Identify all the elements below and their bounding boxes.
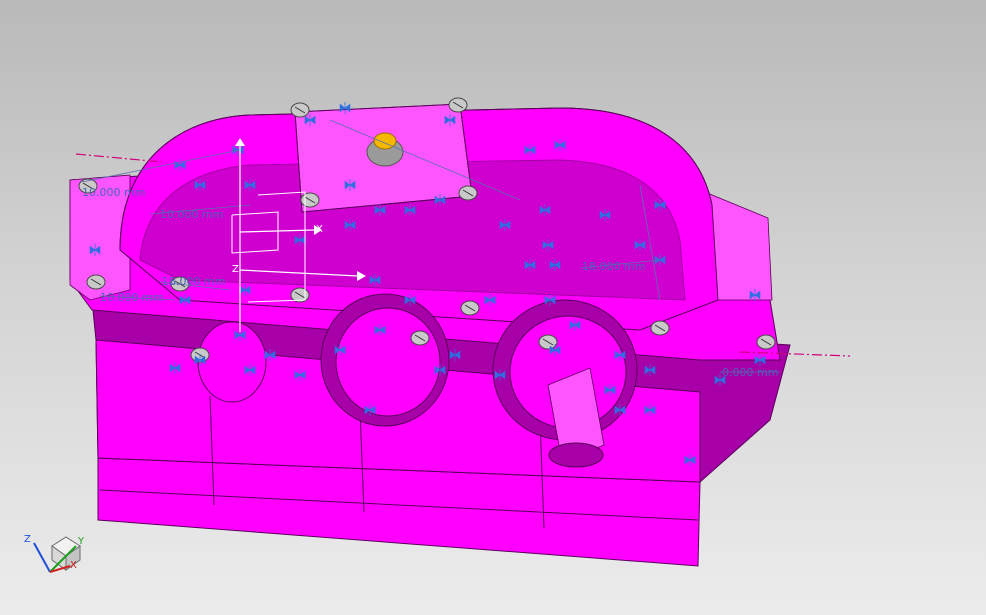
bearing-boss-middle-face	[335, 307, 441, 417]
dimension-label[interactable]: 10.000 mm	[100, 291, 163, 304]
wcs-x-label: X	[316, 224, 323, 235]
wcs-z-label: Z	[232, 264, 239, 275]
bolt-head[interactable]	[756, 334, 776, 350]
dimension-label[interactable]: 0.000 mm	[722, 366, 778, 379]
bearing-boss-left[interactable]	[197, 321, 267, 403]
dimension-label[interactable]: 10.000 mm	[160, 208, 223, 221]
dimension-label[interactable]: 10.000 mm	[82, 186, 145, 199]
bolt-head[interactable]	[650, 320, 670, 336]
dimension-label[interactable]: 18.000 mm	[162, 275, 225, 288]
bolt-head[interactable]	[538, 334, 558, 350]
bolt-head[interactable]	[300, 192, 320, 208]
bolt-head[interactable]	[460, 300, 480, 316]
bolt-head[interactable]	[290, 102, 310, 118]
dimension-label[interactable]: 18.000 mm	[582, 260, 645, 273]
bolt-head[interactable]	[86, 274, 106, 290]
centerline	[75, 153, 163, 163]
triad-z-label: Z	[24, 534, 31, 545]
bolt-head[interactable]	[458, 185, 478, 201]
triad-z-axis	[33, 542, 51, 573]
triad-x-label: X	[70, 560, 77, 571]
triad-y-label: Y	[78, 536, 85, 547]
graphics-viewport[interactable]: 10.000 mm 10.000 mm 18.000 mm 10.000 mm …	[0, 0, 986, 615]
output-shaft-end	[548, 442, 604, 468]
bolt-head[interactable]	[410, 330, 430, 346]
bolt-head[interactable]	[448, 97, 468, 113]
gearbox-model[interactable]	[0, 0, 986, 615]
